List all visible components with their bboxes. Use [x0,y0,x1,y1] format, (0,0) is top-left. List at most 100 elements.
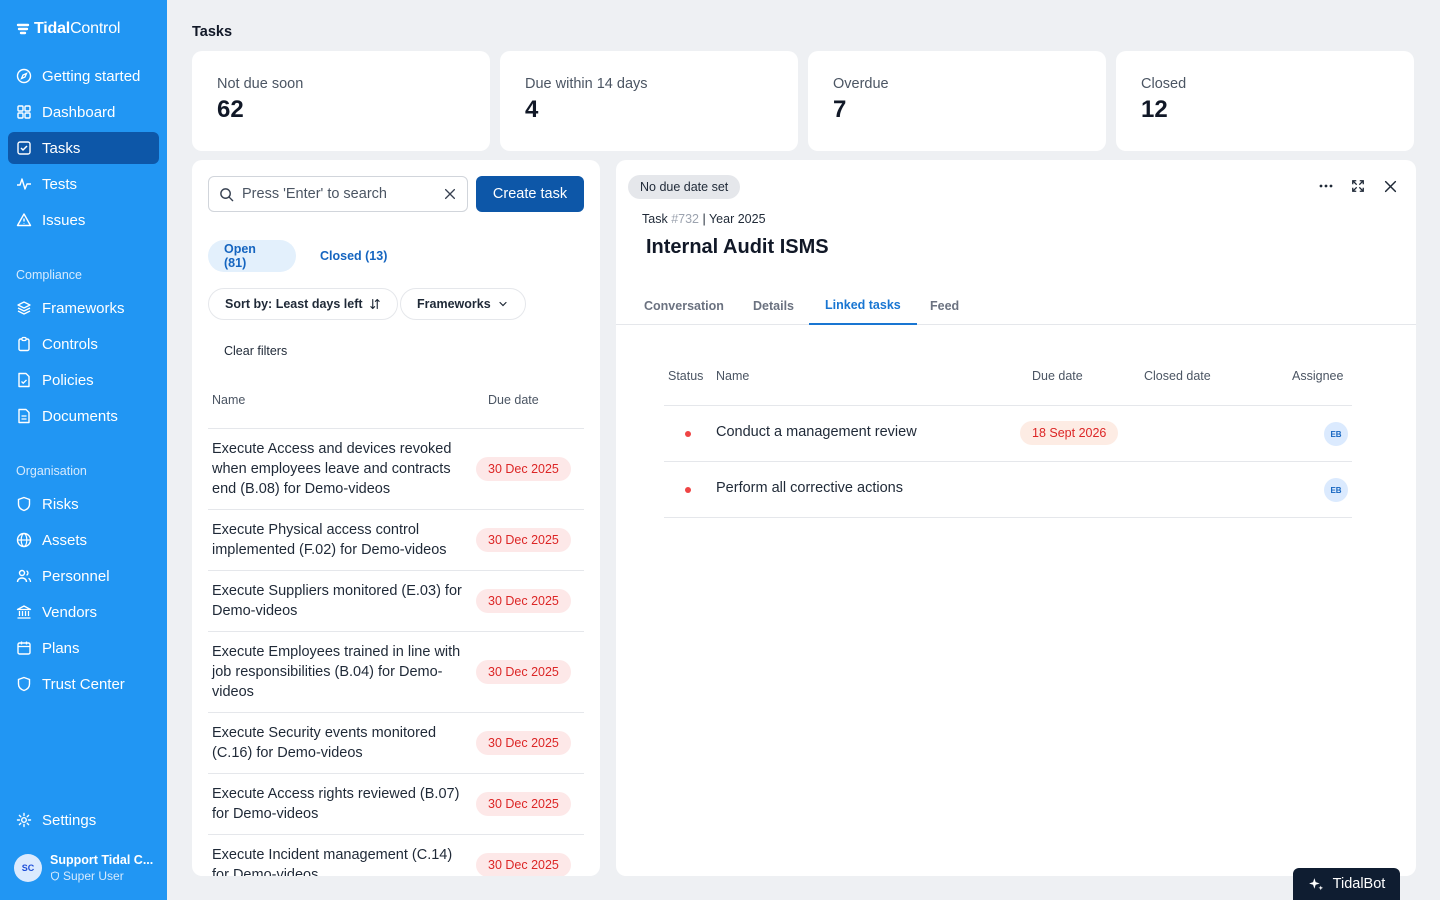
sidebar-item-tasks[interactable]: Tasks [8,132,159,164]
expand-button[interactable] [1348,176,1368,196]
list-item[interactable]: Execute Suppliers monitored (E.03) for D… [208,571,584,632]
due-date-badge: 30 Dec 2025 [476,528,571,552]
table-row[interactable]: Perform all corrective actions EB [664,462,1352,518]
sidebar-item-label: Documents [42,407,118,425]
task-list-panel: Create task Open (81) Closed (13) Sort b… [192,160,600,876]
user-profile[interactable]: SC Support Tidal C... Super User [14,852,159,884]
sidebar-item-label: Trust Center [42,675,125,693]
list-item[interactable]: Execute Access rights reviewed (B.07) fo… [208,774,584,835]
compliance-heading: Compliance [16,268,83,282]
sort-button[interactable]: Sort by: Least days left [208,288,398,320]
sidebar-item-label: Dashboard [42,103,116,121]
task-number: #732 [671,212,699,226]
task-name: Execute Access and devices revoked when … [212,441,452,497]
shield-alert-icon [17,496,31,512]
user-role-label: Super User [63,869,124,883]
sidebar-item-label: Tests [42,175,78,193]
sidebar-item-tests[interactable]: Tests [8,168,159,200]
due-date-badge: 18 Sept 2026 [1020,421,1119,445]
tidalbot-button[interactable]: TidalBot [1293,868,1400,900]
linked-task-name: Conduct a management review [716,424,917,440]
assignee-avatar: EB [1324,422,1348,446]
task-meta: Task #732 | Year 2025 [642,212,766,226]
clear-filters-button[interactable]: Clear filters [224,344,287,358]
list-item[interactable]: Execute Security events monitored (C.16)… [208,713,584,774]
due-date-badge: 30 Dec 2025 [476,457,571,481]
sidebar-item-getting-started[interactable]: Getting started [8,60,159,92]
tab-closed[interactable]: Closed (13) [304,240,403,272]
stat-card-not-due-soon[interactable]: Not due soon 62 [192,51,490,151]
list-item[interactable]: Execute Access and devices revoked when … [208,429,584,510]
sort-arrows-icon [369,298,380,310]
logo-text-bold: Tidal [34,20,71,37]
create-task-button[interactable]: Create task [476,176,584,212]
detail-tabs: Conversation Details Linked tasks Feed [616,286,1416,325]
sidebar-item-personnel[interactable]: Personnel [8,560,159,592]
sidebar-item-settings[interactable]: Settings [8,804,159,836]
sidebar-item-risks[interactable]: Risks [8,488,159,520]
sidebar-item-assets[interactable]: Assets [8,524,159,556]
stat-card-due-within-14-days[interactable]: Due within 14 days 4 [500,51,798,151]
user-name: Support Tidal C... [50,853,154,867]
calendar-icon [17,641,31,655]
sidebar-item-frameworks[interactable]: Frameworks [8,292,159,324]
tab-linked-tasks[interactable]: Linked tasks [809,286,917,325]
status-dot [685,431,691,437]
clipboard-icon [18,336,30,352]
due-date-status-pill[interactable]: No due date set [628,175,741,199]
tab-feed[interactable]: Feed [930,286,959,325]
stat-label: Due within 14 days [525,76,648,92]
tab-open[interactable]: Open (81) [208,240,296,272]
tidalbot-label: TidalBot [1332,876,1386,892]
search-input[interactable] [242,186,422,202]
column-header-name: Name [716,369,750,383]
tidal-control-logo[interactable]: Tidal Control [16,19,120,39]
search-box[interactable] [208,176,468,212]
task-name: Execute Security events monitored (C.16)… [212,725,437,761]
list-item[interactable]: Execute Incident management (C.14) for D… [208,835,584,876]
stat-card-overdue[interactable]: Overdue 7 [808,51,1106,151]
task-detail-panel: No due date set Task #732 | Year 2025 In… [616,160,1416,876]
column-header-due-date[interactable]: Due date [488,393,539,407]
sidebar-item-policies[interactable]: Policies [8,364,159,396]
more-horizontal-icon [1319,184,1333,188]
frameworks-filter[interactable]: Frameworks [400,288,526,320]
stat-card-closed[interactable]: Closed 12 [1116,51,1414,151]
more-options-button[interactable] [1316,176,1336,196]
close-icon[interactable] [443,187,457,201]
sidebar-item-vendors[interactable]: Vendors [8,596,159,628]
file-check-icon [18,372,30,388]
sidebar-item-label: Getting started [42,67,141,85]
due-date-badge: 30 Dec 2025 [476,589,571,613]
column-header-assignee: Assignee [1292,369,1344,383]
shield-icon [17,676,31,692]
gear-icon [16,812,32,828]
sidebar-item-label: Risks [42,495,79,513]
sidebar-item-issues[interactable]: Issues [8,204,159,236]
status-dot [685,487,691,493]
search-icon [220,187,234,201]
list-item[interactable]: Execute Physical access control implemen… [208,510,584,571]
tab-conversation[interactable]: Conversation [644,286,724,325]
column-header-name[interactable]: Name [212,393,245,407]
task-title[interactable]: Internal Audit ISMS [646,236,829,259]
sidebar-item-controls[interactable]: Controls [8,328,159,360]
assignee-avatar: EB [1324,478,1348,502]
sidebar: Tidal Control Getting started Dashboard T… [0,0,167,900]
table-row[interactable]: Conduct a management review 18 Sept 2026… [664,406,1352,462]
close-panel-button[interactable] [1380,176,1400,196]
page-title: Tasks [192,24,233,40]
task-name: Execute Incident management (C.14) for D… [212,847,453,876]
tab-details[interactable]: Details [753,286,794,325]
due-date-badge: 30 Dec 2025 [476,853,571,876]
frameworks-label: Frameworks [417,297,491,311]
sidebar-item-documents[interactable]: Documents [8,400,159,432]
organisation-heading: Organisation [16,464,87,478]
stat-label: Overdue [833,76,889,92]
sidebar-item-dashboard[interactable]: Dashboard [8,96,159,128]
task-prefix: Task [642,212,668,226]
list-item[interactable]: Execute Employees trained in line with j… [208,632,584,713]
user-role: Super User [50,868,154,884]
sidebar-item-plans[interactable]: Plans [8,632,159,664]
sidebar-item-trust-center[interactable]: Trust Center [8,668,159,700]
